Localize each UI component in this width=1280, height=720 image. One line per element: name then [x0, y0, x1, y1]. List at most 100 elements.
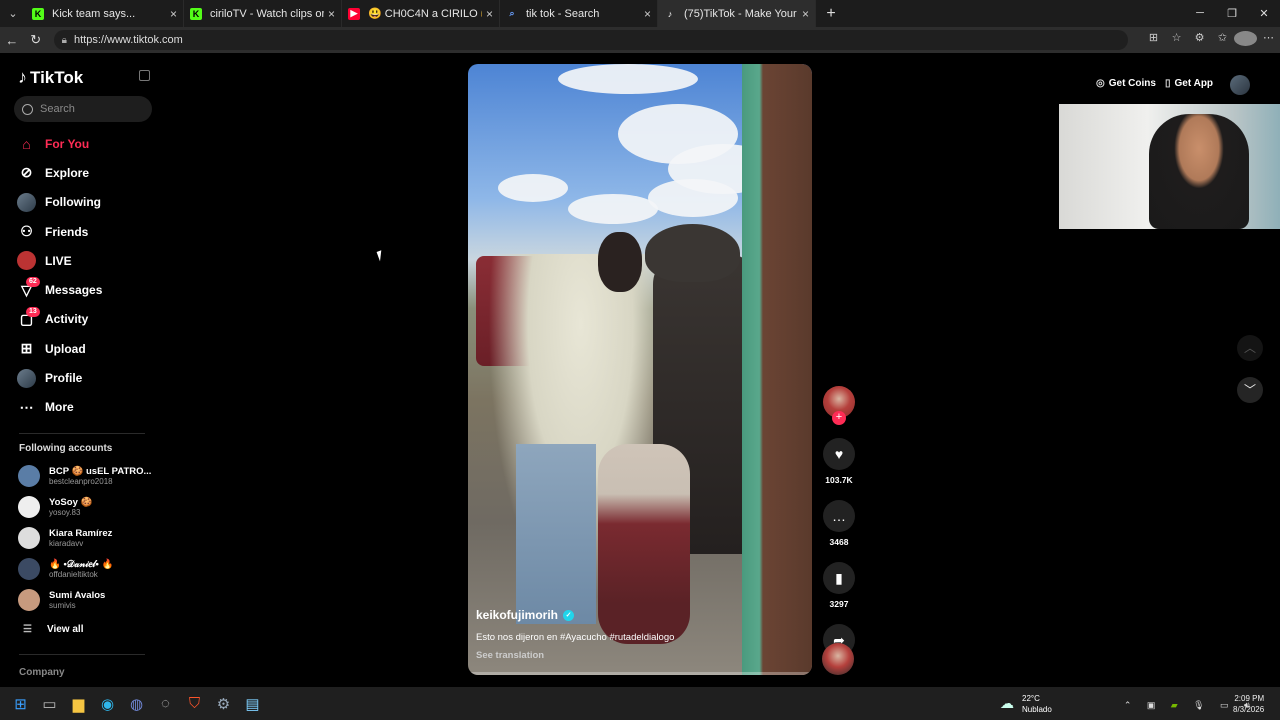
edge-icon[interactable]: ◉ [93, 689, 122, 718]
like-action[interactable]: ♥ 103.7K [822, 438, 856, 485]
network-icon[interactable]: ▭ [1220, 700, 1229, 710]
sidebar-item-explore[interactable]: ⊘ Explore [0, 158, 160, 187]
follow-plus-icon[interactable]: + [832, 411, 846, 425]
account-handle: offdanieltiktok [49, 570, 98, 579]
following-account-item[interactable]: Kiara Ramírez kiaradavv [18, 523, 112, 553]
browser-tab[interactable]: ▶ 😃 CH0C4N a CIRILO 😱 ¡KGAN a × [342, 0, 500, 27]
mouse-cursor-icon [376, 248, 390, 262]
tab-title: tik tok - Search [526, 7, 600, 20]
save-count: 3297 [829, 599, 849, 609]
avatar [18, 589, 40, 611]
nvidia-icon[interactable]: ▰ [1171, 700, 1178, 710]
windows-start-icon[interactable]: ⊞ [6, 689, 35, 718]
streamer-figure [1149, 114, 1249, 229]
get-coins-button[interactable]: ◎ Get Coins [1096, 78, 1156, 89]
close-window-icon[interactable]: ✕ [1248, 7, 1280, 20]
browser-menu-icon[interactable]: ⋯ [1257, 31, 1280, 49]
tab-close-icon[interactable]: × [328, 7, 335, 21]
tiktok-logo[interactable]: ♪ TikTok [18, 67, 83, 88]
tab-close-icon[interactable]: × [644, 7, 651, 21]
file-explorer-icon[interactable]: ▆ [64, 689, 93, 718]
previous-video-button[interactable]: ︿ [1237, 335, 1263, 361]
search-placeholder: Search [40, 103, 75, 115]
tab-title: (75)TikTok - Make Your Day [684, 7, 798, 20]
sidebar-item-label: Following [45, 195, 101, 210]
tab-close-icon[interactable]: × [486, 7, 493, 21]
avatar [18, 465, 40, 487]
browser-tab[interactable]: K ciriloTV - Watch clips on Kick × [184, 0, 342, 27]
company-link[interactable]: Company [19, 667, 65, 678]
browser-tab-bar: ⌄ K Kick team says... × K ciriloTV - Wat… [0, 0, 1280, 27]
sidebar-item-profile[interactable]: Profile [0, 363, 160, 392]
following-account-item[interactable]: 🔥 •𝒟𝒶𝓃𝒾𝑒𝓁• 🔥 offdanieltiktok [18, 554, 113, 584]
url-field[interactable]: 🔒︎ https://www.tiktok.com [53, 30, 1128, 50]
sidebar-item-messages[interactable]: ▽ 62 Messages [0, 275, 160, 304]
cloud [568, 194, 658, 224]
sidebar-item-more[interactable]: ⋯ More [0, 393, 160, 422]
browser-tab[interactable]: K Kick team says... × [26, 0, 184, 27]
search-input[interactable]: Search [14, 96, 152, 122]
following-account-item[interactable]: Sumi Avalos sumivis [18, 585, 105, 615]
notepad-icon[interactable]: ▤ [238, 689, 267, 718]
reload-icon[interactable]: ↻ [24, 32, 48, 48]
browser-tab-active[interactable]: ♪ (75)TikTok - Make Your Day × [658, 0, 816, 27]
weather-widget[interactable]: ☁ 22°C Nublado [1000, 693, 1052, 715]
comment-icon[interactable]: … [823, 500, 855, 532]
following-accounts-title: Following accounts [19, 443, 113, 454]
video-author[interactable]: keikofujimorih ✓ [476, 608, 674, 622]
video-progress-bar[interactable] [468, 672, 812, 675]
search-favicon-icon: ⌕ [509, 8, 515, 18]
sidebar-item-friends[interactable]: ⚇ Friends [0, 217, 160, 246]
comment-action[interactable]: … 3468 [822, 500, 856, 547]
microphone-icon[interactable]: 🎙︎ [1193, 700, 1204, 710]
weather-condition: Nublado [1022, 704, 1052, 714]
show-hidden-icons-icon[interactable]: ⌃ [1124, 700, 1132, 710]
favorite-star-icon[interactable]: ☆ [1165, 31, 1188, 49]
back-icon[interactable]: ← [0, 33, 24, 48]
tab-close-icon[interactable]: × [170, 7, 177, 21]
profile-avatar[interactable] [1230, 75, 1250, 95]
sidebar-item-activity[interactable]: ▢ 13 Activity [0, 305, 160, 334]
video-player[interactable]: keikofujimorih ✓ Esto nos dijeron en #Ay… [468, 64, 812, 675]
favorites-icon[interactable]: ✩ [1211, 31, 1234, 49]
profile-avatar-icon[interactable] [1234, 31, 1257, 49]
following-account-item[interactable]: BCP 🍪 usEL PATRO... bestcleanpro2018 [18, 461, 151, 491]
tray-app-icon[interactable]: ▣ [1147, 700, 1156, 710]
sidebar-item-upload[interactable]: ⊞ Upload [0, 334, 160, 363]
brave-icon[interactable]: ⛉ [180, 689, 209, 718]
minimize-icon[interactable]: ─ [1184, 7, 1216, 20]
following-account-item[interactable]: YoSoy 🍪 yosoy.83 [18, 492, 92, 522]
heart-icon[interactable]: ♥ [823, 438, 855, 470]
restore-icon[interactable]: ❐ [1216, 7, 1248, 20]
sidebar: ♪ TikTok Search ⌂ For You ⊘ Explore Foll… [0, 53, 160, 687]
sidebar-item-for-you[interactable]: ⌂ For You [0, 129, 160, 158]
account-name: YoSoy 🍪 [49, 497, 93, 508]
music-disc-avatar[interactable] [822, 643, 854, 675]
creator-avatar[interactable]: + [823, 386, 855, 425]
new-tab-button[interactable]: + [816, 5, 846, 23]
browser-tab[interactable]: ⌕ tik tok - Search × [500, 0, 658, 27]
url-text: https://www.tiktok.com [73, 34, 183, 46]
obs-icon[interactable]: ◌ [151, 689, 180, 718]
save-action[interactable]: ▮ 3297 [822, 562, 856, 609]
clock[interactable]: 2:09 PM 8/3/2026 [1233, 693, 1264, 715]
see-translation-link[interactable]: See translation [476, 650, 674, 661]
discord-icon[interactable]: ◍ [122, 689, 151, 718]
extensions-icon[interactable]: ⚙ [1188, 31, 1211, 49]
tab-actions-menu-icon[interactable]: ⌄ [0, 0, 26, 27]
view-all-button[interactable]: ☰ View all [23, 624, 83, 635]
sidebar-item-live[interactable]: LIVE [0, 246, 160, 275]
account-name: 🔥 •𝒟𝒶𝓃𝒾𝑒𝓁• 🔥 [49, 559, 114, 570]
next-video-button[interactable]: ﹀ [1237, 377, 1263, 403]
get-app-button[interactable]: ▯ Get App [1165, 78, 1213, 89]
sidebar-item-label: Messages [45, 283, 103, 298]
tab-title: 😃 CH0C4N a CIRILO 😱 ¡KGAN a [368, 8, 482, 20]
task-view-icon[interactable]: ▭ [35, 689, 64, 718]
site-info-icon[interactable]: 🔒︎ [62, 35, 67, 46]
collapse-sidebar-icon[interactable] [139, 70, 150, 81]
tab-close-icon[interactable]: × [802, 7, 809, 21]
app-available-icon[interactable]: ⊞ [1142, 31, 1165, 49]
sidebar-item-following[interactable]: Following [0, 188, 160, 217]
steam-icon[interactable]: ⚙ [209, 689, 238, 718]
bookmark-icon[interactable]: ▮ [823, 562, 855, 594]
